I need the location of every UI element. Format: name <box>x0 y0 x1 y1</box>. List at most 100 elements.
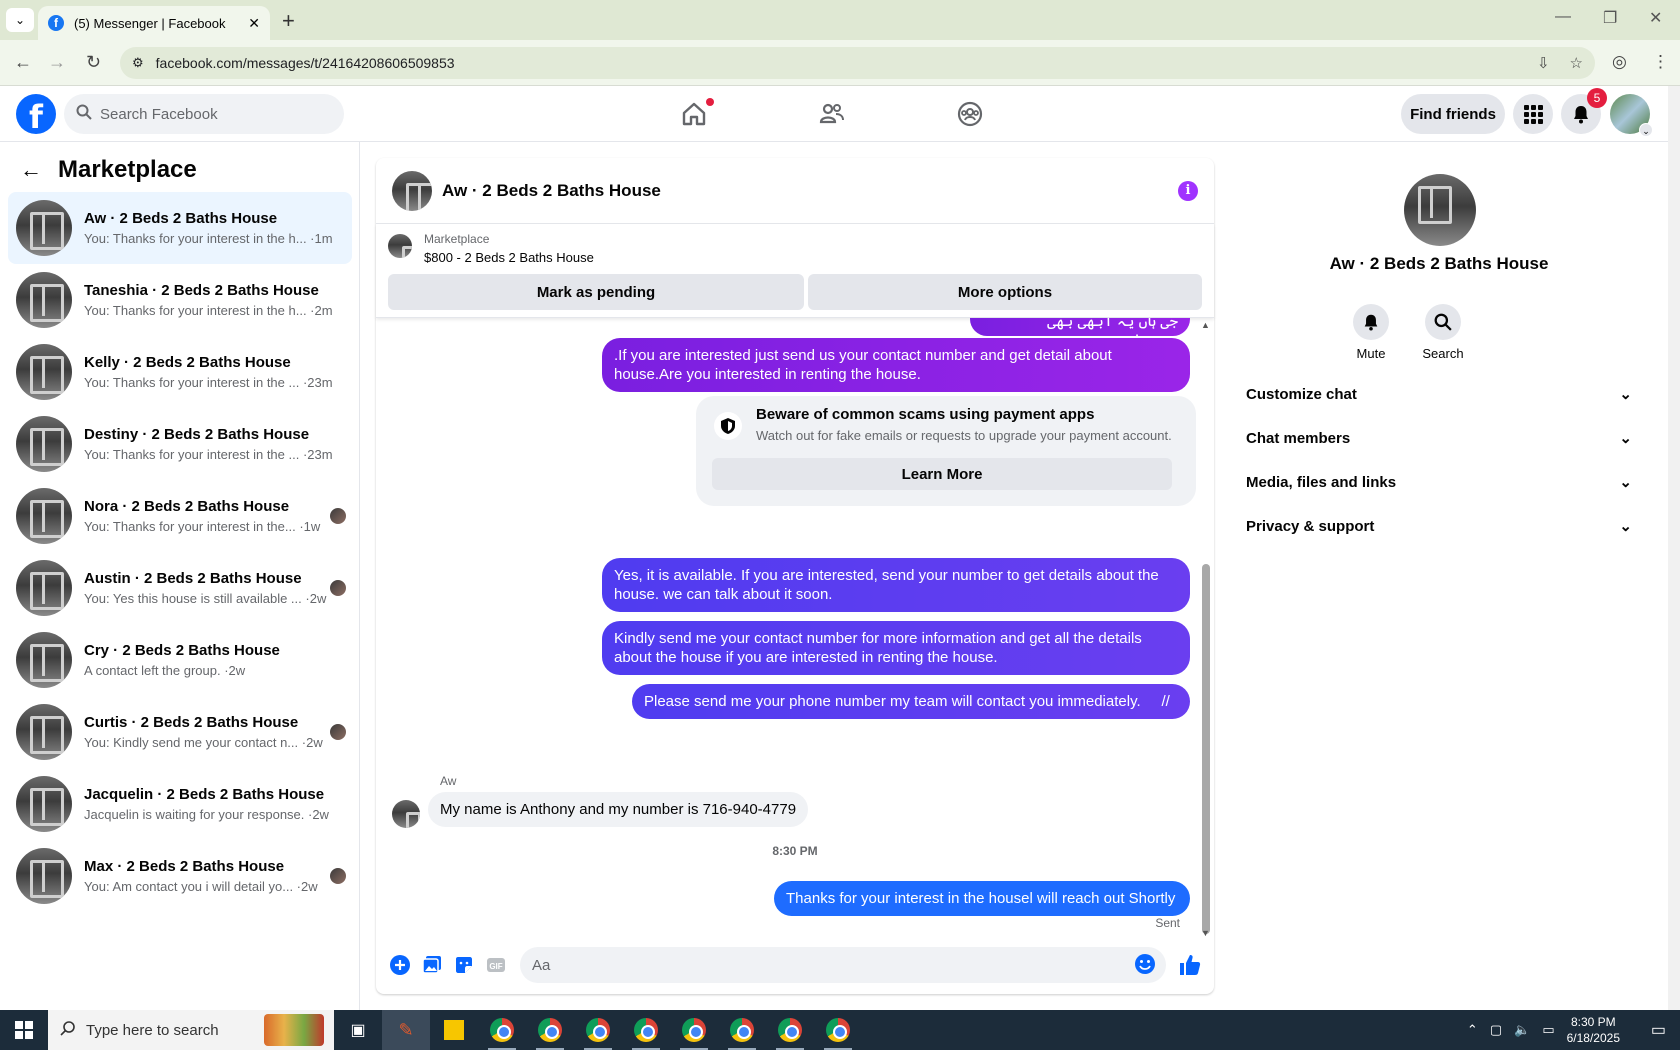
more-options-button[interactable]: More options <box>808 274 1202 310</box>
page-scrollbar[interactable] <box>1668 86 1680 1010</box>
chrome-icon[interactable] <box>670 1010 718 1050</box>
chrome-icon[interactable] <box>478 1010 526 1050</box>
info-icon[interactable]: i <box>1178 180 1198 201</box>
app-pinned-icon[interactable]: ✎ <box>382 1010 430 1050</box>
search-in-chat-button[interactable]: Search <box>1413 304 1473 361</box>
chrome-icon[interactable] <box>766 1010 814 1050</box>
message-input[interactable]: Aa <box>520 947 1166 983</box>
gif-icon[interactable]: GIF <box>484 953 508 977</box>
friends-nav-icon[interactable] <box>818 100 848 130</box>
taskbar-search-box[interactable]: Type here to search <box>48 1010 334 1050</box>
find-friends-button[interactable]: Find friends <box>1401 94 1505 134</box>
media-files-links-item[interactable]: Media, files and links ⌄ <box>1238 460 1640 504</box>
photo-icon[interactable] <box>420 953 444 977</box>
chrome-icon[interactable] <box>718 1010 766 1050</box>
chat-avatar[interactable] <box>392 170 432 211</box>
marketplace-label: Marketplace <box>424 232 490 246</box>
conversation-avatar <box>16 632 72 688</box>
url-text[interactable]: facebook.com/messages/t/2416420860650985… <box>156 55 1537 71</box>
facebook-search-input[interactable]: Search Facebook <box>64 94 344 134</box>
reload-icon[interactable]: ↻ <box>86 52 101 73</box>
menu-grid-icon[interactable] <box>1513 94 1553 134</box>
tab-close-icon[interactable]: ✕ <box>248 15 260 32</box>
sticky-notes-icon[interactable] <box>430 1010 478 1050</box>
back-arrow-icon[interactable]: ← <box>20 157 42 183</box>
customize-chat-item[interactable]: Customize chat ⌄ <box>1238 372 1640 416</box>
mute-button[interactable]: Mute <box>1341 304 1401 361</box>
back-icon[interactable]: ← <box>14 52 32 73</box>
listing-price-title[interactable]: $800 - 2 Beds 2 Baths House <box>424 250 594 265</box>
home-nav-icon[interactable] <box>680 98 714 130</box>
chat-members-item[interactable]: Chat members ⌄ <box>1238 416 1640 460</box>
chat-title[interactable]: Aw · 2 Beds 2 Baths House <box>442 181 1178 201</box>
forward-icon[interactable]: → <box>48 52 66 73</box>
thumbs-up-icon[interactable] <box>1178 953 1202 977</box>
restore-icon[interactable]: ❐ <box>1603 8 1617 28</box>
conversation-item[interactable]: Cry · 2 Beds 2 Baths House A contact left… <box>8 624 352 696</box>
listing-thumbnail[interactable] <box>388 234 412 258</box>
meet-now-icon[interactable]: ▢ <box>1490 1022 1502 1038</box>
site-info-icon[interactable]: ⚙ <box>132 55 144 71</box>
mark-as-pending-button[interactable]: Mark as pending <box>388 274 804 310</box>
thread-scrollbar[interactable]: ▲ ▼ <box>1201 320 1210 936</box>
chrome-icon[interactable] <box>526 1010 574 1050</box>
notifications-bell-icon[interactable]: 5 <box>1561 88 1607 134</box>
conversation-item[interactable]: Curtis · 2 Beds 2 Baths House You: Kindly… <box>8 696 352 768</box>
sender-avatar[interactable] <box>392 800 420 828</box>
notification-center-icon[interactable]: ▭ <box>1651 1020 1666 1040</box>
sender-name: Aw <box>440 774 457 788</box>
conversation-item[interactable]: Aw · 2 Beds 2 Baths House You: Thanks for… <box>8 192 352 264</box>
emoji-icon[interactable] <box>1134 953 1158 977</box>
address-bar[interactable]: ⚙ facebook.com/messages/t/24164208606509… <box>120 47 1595 79</box>
profile-icon[interactable]: ◎ <box>1612 52 1627 72</box>
chevron-up-icon[interactable]: ⌃ <box>1467 1022 1478 1038</box>
outgoing-message[interactable]: Please send me your phone number my team… <box>632 684 1190 719</box>
conversation-item[interactable]: Taneshia · 2 Beds 2 Baths House You: Than… <box>8 264 352 336</box>
facebook-logo-icon[interactable]: f <box>16 94 56 136</box>
task-view-icon[interactable]: ▣ <box>334 1010 382 1050</box>
browser-tab-messenger[interactable]: f (5) Messenger | Facebook ✕ <box>38 6 270 40</box>
install-app-icon[interactable]: ⇩ <box>1537 54 1550 72</box>
windows-start-icon[interactable] <box>0 1010 48 1050</box>
account-avatar[interactable]: ⌄ <box>1610 94 1653 137</box>
scroll-down-icon[interactable]: ▼ <box>1201 928 1210 936</box>
conversation-preview: You: Thanks for your interest in the h..… <box>84 303 333 318</box>
message-thread: جی ہاں یہ ابھی بھی دستیاب ہے .If you are… <box>376 318 1214 936</box>
conversation-item[interactable]: Kelly · 2 Beds 2 Baths House You: Thanks … <box>8 336 352 408</box>
conversation-list: Aw · 2 Beds 2 Baths House You: Thanks for… <box>8 192 352 912</box>
conversation-item[interactable]: Jacquelin · 2 Beds 2 Baths House Jacqueli… <box>8 768 352 840</box>
outgoing-message[interactable]: جی ہاں یہ ابھی بھی دستیاب ہے <box>970 318 1190 349</box>
add-plus-icon[interactable] <box>388 953 412 977</box>
taskbar-clock[interactable]: 8:30 PM 6/18/2025 <box>1567 1014 1620 1046</box>
outgoing-message[interactable]: Kindly send me your contact number for m… <box>602 621 1190 675</box>
conversation-preview: You: Thanks for your interest in the ...… <box>84 447 333 462</box>
bookmark-star-icon[interactable]: ☆ <box>1570 54 1583 72</box>
sticker-icon[interactable] <box>452 953 476 977</box>
conversation-item[interactable]: Austin · 2 Beds 2 Baths House You: Yes th… <box>8 552 352 624</box>
volume-icon[interactable]: 🔈 <box>1514 1022 1530 1038</box>
incoming-message[interactable]: My name is Anthony and my number is 716-… <box>428 792 809 827</box>
outgoing-message[interactable]: Thanks for your interest in the housel w… <box>774 881 1190 916</box>
new-tab-icon[interactable]: + <box>282 8 295 34</box>
learn-more-button[interactable]: Learn More <box>712 458 1172 490</box>
conversation-item[interactable]: Nora · 2 Beds 2 Baths House You: Thanks f… <box>8 480 352 552</box>
outgoing-message[interactable]: .If you are interested just send us your… <box>602 338 1190 392</box>
outgoing-message[interactable]: Yes, it is available. If you are interes… <box>602 558 1190 612</box>
chevron-down-icon: ⌄ <box>1619 430 1632 447</box>
privacy-support-item[interactable]: Privacy & support ⌄ <box>1238 504 1640 548</box>
chrome-icon[interactable] <box>622 1010 670 1050</box>
chrome-icon[interactable] <box>814 1010 862 1050</box>
scrollbar-thumb[interactable] <box>1202 564 1210 934</box>
details-avatar[interactable] <box>1404 174 1476 246</box>
conversation-item[interactable]: Destiny · 2 Beds 2 Baths House You: Thank… <box>8 408 352 480</box>
minimize-icon[interactable]: — <box>1555 8 1571 26</box>
groups-nav-icon[interactable] <box>956 100 986 130</box>
tab-search-dropdown[interactable]: ⌄ <box>6 8 34 32</box>
browser-menu-icon[interactable]: ⋮ <box>1652 52 1669 72</box>
close-window-icon[interactable]: ✕ <box>1649 8 1662 28</box>
conversation-item[interactable]: Max · 2 Beds 2 Baths House You: Am contac… <box>8 840 352 912</box>
scroll-up-icon[interactable]: ▲ <box>1201 320 1210 330</box>
network-icon[interactable]: ▭ <box>1542 1022 1554 1038</box>
notification-count-badge: 5 <box>1587 88 1607 108</box>
chrome-icon[interactable] <box>574 1010 622 1050</box>
